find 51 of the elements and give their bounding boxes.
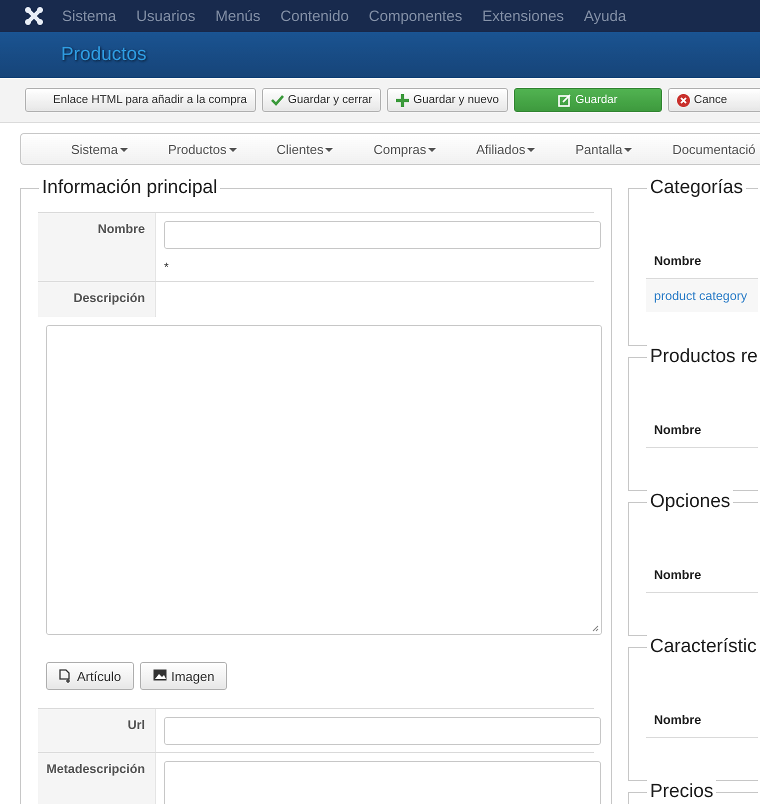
section-title: Opciones — [647, 490, 734, 514]
menu-item[interactable]: Ayuda — [584, 8, 626, 24]
toolbar-button[interactable]: Guardar y nuevo — [387, 88, 508, 112]
caret-icon — [527, 148, 536, 152]
menu-item[interactable]: Clientes — [276, 142, 334, 156]
required-mark: * — [164, 260, 170, 274]
input-field[interactable] — [164, 221, 601, 249]
input-field[interactable] — [164, 717, 601, 745]
menu-item[interactable]: Extensiones — [482, 8, 564, 24]
picture-icon — [153, 669, 168, 683]
menu-item[interactable]: Compras — [373, 142, 436, 156]
menu-item[interactable]: Sistema — [62, 8, 116, 24]
logo-icon — [24, 6, 44, 26]
menu-item[interactable]: Sistema — [71, 142, 128, 156]
column-header: Nombre — [646, 553, 758, 593]
section-title: Información principal — [39, 176, 220, 200]
field-label: Descripción — [38, 282, 156, 317]
field-label: Metadescripción — [38, 753, 156, 804]
field-label: Url — [38, 709, 156, 752]
menu-item[interactable]: Productos — [168, 142, 237, 156]
menu-item[interactable]: Componentes — [368, 8, 462, 24]
field-label: Nombre — [38, 213, 156, 281]
menu-item[interactable]: Usuarios — [136, 8, 196, 24]
menu-item[interactable]: Documentació — [672, 142, 756, 156]
editor-button[interactable]: Artículo — [46, 662, 134, 690]
caret-icon — [325, 148, 334, 152]
plus-icon — [396, 94, 410, 106]
menu-item[interactable]: Menús — [215, 8, 260, 24]
section-title: Categorías — [647, 176, 746, 200]
menu-item[interactable]: Contenido — [280, 8, 349, 24]
toolbar-button[interactable]: Guardar y cerrar — [262, 88, 382, 112]
document-plus-icon — [59, 669, 73, 683]
cancel-button[interactable]: Cance — [668, 88, 760, 112]
caret-icon — [624, 148, 632, 152]
resize-handle-icon — [592, 625, 599, 632]
page-title: Productos — [61, 44, 147, 66]
toolbar-button[interactable]: Enlace HTML para añadir a la compra — [25, 88, 256, 112]
menu-item[interactable]: Afiliados — [476, 142, 536, 156]
text-area[interactable] — [164, 761, 601, 804]
edit-icon — [558, 94, 572, 106]
column-header: Nombre — [646, 408, 758, 448]
category-link[interactable]: product category — [654, 289, 748, 303]
editor-button[interactable]: Imagen — [140, 662, 228, 690]
column-header: Nombre — [646, 698, 758, 738]
menu-item[interactable]: Pantalla — [575, 142, 632, 156]
check-icon — [270, 94, 284, 106]
caret-icon — [228, 148, 237, 152]
description-editor[interactable] — [46, 325, 602, 635]
caret-icon — [120, 148, 128, 152]
close-icon — [676, 94, 690, 106]
caret-icon — [428, 148, 436, 152]
